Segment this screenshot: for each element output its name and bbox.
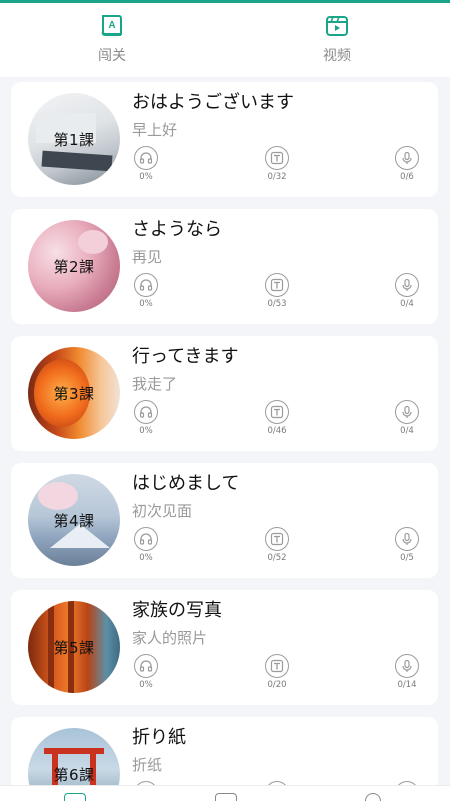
lesson-card-4[interactable]: 第4課 はじめまして 初次见面 0% 0/52 0/5 (11, 463, 438, 578)
speak-value: 0/14 (397, 680, 417, 690)
text-progress[interactable]: 0/46 (257, 400, 297, 436)
text-icon (270, 532, 284, 546)
lesson-title: 家族の写真 (132, 600, 222, 621)
listen-progress[interactable]: 0% (126, 273, 166, 309)
lesson-card-5[interactable]: 第5課 家族の写真 家人的照片 0% 0/20 0/14 (11, 590, 438, 705)
microphone-icon (402, 532, 412, 545)
microphone-icon (402, 405, 412, 418)
listen-progress[interactable]: 0% (126, 527, 166, 563)
lesson-subtitle: 我走了 (132, 375, 178, 393)
lesson-list[interactable]: 第1課 おはようございます 早上好 0% 0/32 0/6 第2課 さようなら … (0, 77, 450, 785)
text-icon (270, 659, 284, 673)
tab-video[interactable]: 视频 (297, 13, 377, 65)
listen-progress[interactable]: 0% (126, 146, 166, 182)
tab-challenge[interactable]: A 闯关 (72, 13, 152, 65)
text-progress[interactable]: 0/52 (257, 527, 297, 563)
lesson-number: 第5課 (53, 639, 95, 657)
bottom-nav-bar (0, 785, 450, 801)
text-icon (270, 278, 284, 292)
lesson-subtitle: 再见 (132, 248, 163, 266)
lesson-number: 第1課 (53, 131, 95, 149)
lesson-title: さようなら (132, 219, 222, 240)
lesson-title: おはようございます (132, 92, 294, 113)
lesson-title: 折り紙 (132, 727, 186, 748)
book-icon: A (101, 15, 122, 36)
tab-label: 闯关 (98, 48, 126, 64)
microphone-icon (402, 659, 412, 672)
speak-progress[interactable]: 0/6 (387, 146, 427, 182)
listen-value: 0% (139, 172, 153, 182)
video-icon (326, 16, 348, 36)
headphones-icon (139, 533, 153, 545)
lesson-thumbnail: 第4課 (28, 474, 120, 566)
text-value: 0/20 (267, 680, 287, 690)
lesson-card-3[interactable]: 第3課 行ってきます 我走了 0% 0/46 0/4 (11, 336, 438, 451)
lesson-number: 第6課 (53, 766, 95, 784)
text-icon (270, 405, 284, 419)
top-tab-bar: A 闯关 视频 (0, 3, 450, 77)
text-value: 0/32 (267, 172, 287, 182)
listen-value: 0% (139, 426, 153, 436)
text-progress[interactable]: 0/20 (257, 654, 297, 690)
listen-value: 0% (139, 553, 153, 563)
text-value: 0/53 (267, 299, 287, 309)
listen-value: 0% (139, 299, 153, 309)
headphones-icon (139, 406, 153, 418)
tab-label: 视频 (323, 48, 351, 64)
lesson-number: 第3課 (53, 385, 95, 403)
lesson-subtitle: 家人的照片 (132, 629, 208, 647)
lesson-thumbnail: 第6課 (28, 728, 120, 785)
lesson-thumbnail: 第1課 (28, 93, 120, 185)
speak-progress[interactable]: 0/4 (387, 273, 427, 309)
lesson-subtitle: 折纸 (132, 756, 163, 774)
speak-value: 0/4 (400, 426, 414, 436)
lesson-title: はじめまして (132, 473, 240, 494)
listen-progress[interactable]: 0% (126, 654, 166, 690)
lesson-thumbnail: 第2課 (28, 220, 120, 312)
svg-text:A: A (108, 20, 115, 31)
microphone-icon (402, 151, 412, 164)
lesson-number: 第2課 (53, 258, 95, 276)
lesson-card-6[interactable]: 第6課 折り紙 折纸 (11, 717, 438, 785)
text-progress[interactable]: 0/32 (257, 146, 297, 182)
lesson-card-2[interactable]: 第2課 さようなら 再见 0% 0/53 0/4 (11, 209, 438, 324)
text-icon (270, 151, 284, 165)
speak-value: 0/4 (400, 299, 414, 309)
speak-progress[interactable]: 0/14 (387, 654, 427, 690)
lesson-subtitle: 初次见面 (132, 502, 193, 520)
speak-value: 0/5 (400, 553, 414, 563)
speak-value: 0/6 (400, 172, 414, 182)
speak-progress[interactable]: 0/4 (387, 400, 427, 436)
listen-progress[interactable]: 0% (126, 400, 166, 436)
lesson-title: 行ってきます (132, 346, 239, 367)
listen-value: 0% (139, 680, 153, 690)
headphones-icon (139, 152, 153, 164)
microphone-icon (402, 278, 412, 291)
lesson-card-1[interactable]: 第1課 おはようございます 早上好 0% 0/32 0/6 (11, 82, 438, 197)
headphones-icon (139, 660, 153, 672)
text-progress[interactable]: 0/53 (257, 273, 297, 309)
speak-progress[interactable]: 0/5 (387, 527, 427, 563)
text-value: 0/52 (267, 553, 287, 563)
lesson-number: 第4課 (53, 512, 95, 530)
lesson-thumbnail: 第3課 (28, 347, 120, 439)
lesson-thumbnail: 第5課 (28, 601, 120, 693)
headphones-icon (139, 279, 153, 291)
lesson-subtitle: 早上好 (132, 121, 178, 139)
text-value: 0/46 (267, 426, 287, 436)
